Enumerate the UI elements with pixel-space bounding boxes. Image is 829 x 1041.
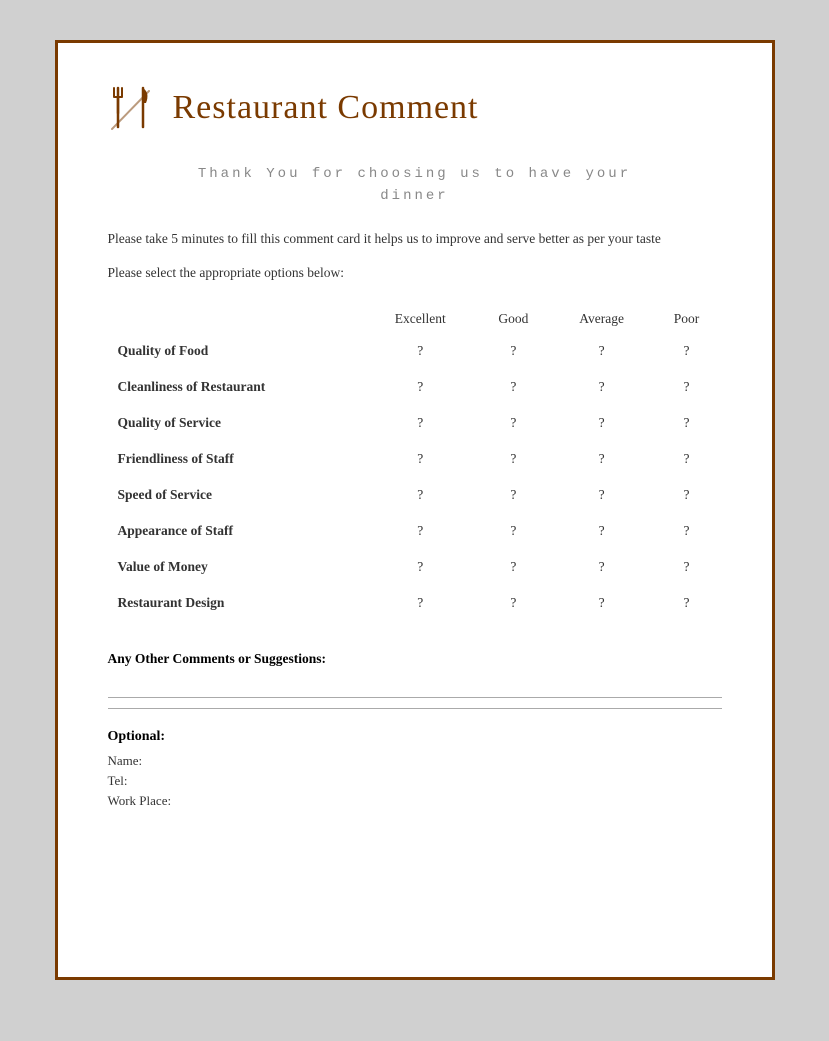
radio-excellent[interactable]: ? — [366, 441, 475, 477]
radio-poor[interactable]: ? — [651, 477, 721, 513]
table-row: Quality of Service ? ? ? ? — [108, 405, 722, 441]
col-header-average: Average — [552, 305, 652, 333]
radio-excellent[interactable]: ? — [366, 549, 475, 585]
radio-good[interactable]: ? — [475, 369, 552, 405]
radio-good[interactable]: ? — [475, 513, 552, 549]
radio-excellent[interactable]: ? — [366, 369, 475, 405]
page-title: Restaurant Comment — [173, 89, 479, 127]
radio-good[interactable]: ? — [475, 477, 552, 513]
optional-field-label: Tel: — [108, 773, 722, 789]
radio-poor[interactable]: ? — [651, 333, 721, 369]
row-label: Quality of Food — [108, 333, 366, 369]
comment-card: Restaurant Comment Thank You for choosin… — [55, 40, 775, 980]
table-row: Restaurant Design ? ? ? ? — [108, 585, 722, 621]
table-row: Value of Money ? ? ? ? — [108, 549, 722, 585]
instruction-text: Please select the appropriate options be… — [108, 265, 722, 281]
radio-average[interactable]: ? — [552, 441, 652, 477]
table-row: Appearance of Staff ? ? ? ? — [108, 513, 722, 549]
radio-excellent[interactable]: ? — [366, 477, 475, 513]
col-header-label — [108, 305, 366, 333]
radio-average[interactable]: ? — [552, 549, 652, 585]
radio-excellent[interactable]: ? — [366, 513, 475, 549]
radio-excellent[interactable]: ? — [366, 405, 475, 441]
radio-poor[interactable]: ? — [651, 585, 721, 621]
radio-good[interactable]: ? — [475, 441, 552, 477]
radio-average[interactable]: ? — [552, 405, 652, 441]
optional-section: Optional: Name: Tel: Work Place: — [108, 729, 722, 809]
cutlery-icon — [108, 83, 153, 133]
radio-average[interactable]: ? — [552, 477, 652, 513]
comment-line-1 — [108, 697, 722, 698]
row-label: Speed of Service — [108, 477, 366, 513]
col-header-good: Good — [475, 305, 552, 333]
header: Restaurant Comment — [108, 83, 722, 133]
radio-poor[interactable]: ? — [651, 441, 721, 477]
radio-excellent[interactable]: ? — [366, 585, 475, 621]
comments-section: Any Other Comments or Suggestions: — [108, 651, 722, 709]
optional-field-label: Work Place: — [108, 793, 722, 809]
rating-table: Excellent Good Average Poor Quality of F… — [108, 305, 722, 621]
radio-average[interactable]: ? — [552, 333, 652, 369]
thank-you-text: Thank You for choosing us to have your d… — [108, 163, 722, 208]
description-text: Please take 5 minutes to fill this comme… — [108, 228, 722, 250]
radio-average[interactable]: ? — [552, 369, 652, 405]
optional-title: Optional: — [108, 729, 722, 745]
radio-excellent[interactable]: ? — [366, 333, 475, 369]
radio-good[interactable]: ? — [475, 333, 552, 369]
comments-label: Any Other Comments or Suggestions: — [108, 651, 722, 667]
row-label: Restaurant Design — [108, 585, 366, 621]
row-label: Value of Money — [108, 549, 366, 585]
optional-field-label: Name: — [108, 753, 722, 769]
table-row: Cleanliness of Restaurant ? ? ? ? — [108, 369, 722, 405]
table-row: Quality of Food ? ? ? ? — [108, 333, 722, 369]
row-label: Appearance of Staff — [108, 513, 366, 549]
radio-good[interactable]: ? — [475, 549, 552, 585]
radio-good[interactable]: ? — [475, 585, 552, 621]
optional-fields: Name: Tel: Work Place: — [108, 753, 722, 809]
radio-poor[interactable]: ? — [651, 369, 721, 405]
radio-poor[interactable]: ? — [651, 549, 721, 585]
radio-average[interactable]: ? — [552, 513, 652, 549]
radio-good[interactable]: ? — [475, 405, 552, 441]
table-row: Speed of Service ? ? ? ? — [108, 477, 722, 513]
table-row: Friendliness of Staff ? ? ? ? — [108, 441, 722, 477]
row-label: Friendliness of Staff — [108, 441, 366, 477]
radio-average[interactable]: ? — [552, 585, 652, 621]
col-header-poor: Poor — [651, 305, 721, 333]
comment-line-2 — [108, 708, 722, 709]
radio-poor[interactable]: ? — [651, 513, 721, 549]
row-label: Quality of Service — [108, 405, 366, 441]
radio-poor[interactable]: ? — [651, 405, 721, 441]
row-label: Cleanliness of Restaurant — [108, 369, 366, 405]
col-header-excellent: Excellent — [366, 305, 475, 333]
